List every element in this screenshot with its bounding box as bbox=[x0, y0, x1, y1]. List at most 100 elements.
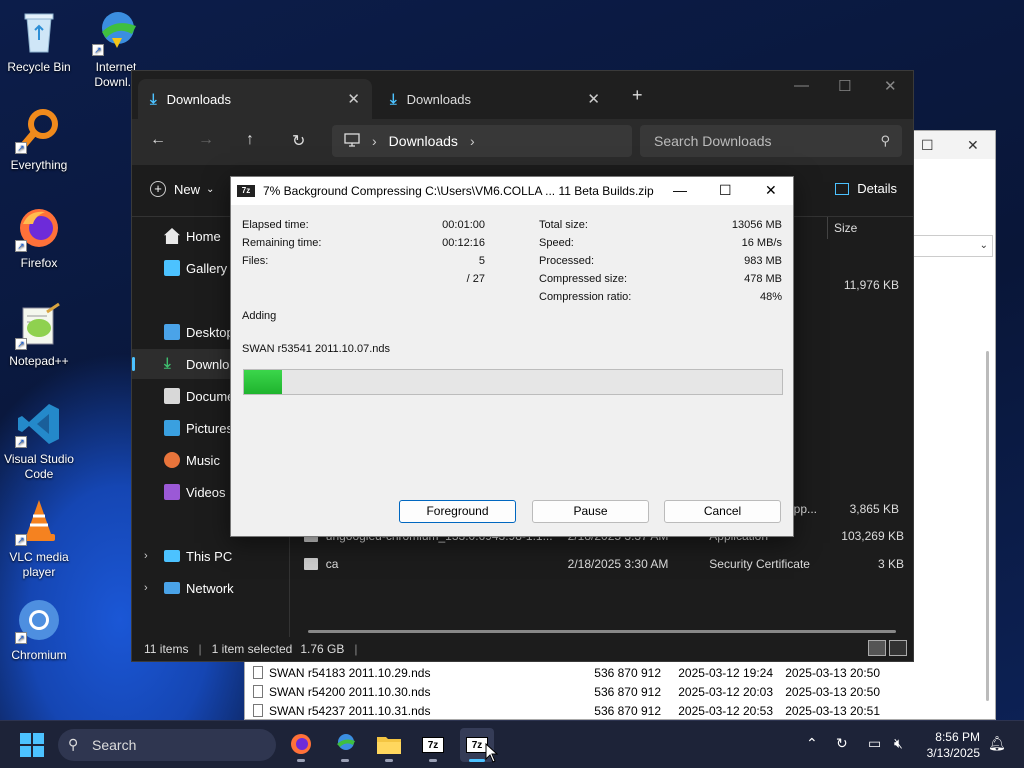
close-icon[interactable]: ✕ bbox=[765, 182, 777, 199]
details-button[interactable]: Details bbox=[835, 181, 897, 196]
cancel-button[interactable]: Cancel bbox=[664, 500, 781, 523]
desktop-icon-firefox[interactable]: ↗ Firefox bbox=[0, 204, 81, 271]
tab-strip: ⤓ Downloads ✕ ⤓ Downloads ✕ + — ☐ ✕ bbox=[132, 71, 913, 119]
system-clock[interactable]: 8:56 PM 3/13/2025 bbox=[927, 729, 980, 761]
files-value: 5 bbox=[478, 255, 485, 267]
dialog-title: 7% Background Compressing C:\Users\VM6.C… bbox=[263, 184, 654, 198]
search-input[interactable]: Search Downloads ⚲ bbox=[640, 125, 902, 157]
file-modified: 2025-03-12 20:53 bbox=[678, 703, 773, 718]
desktop-icon-recycle-bin[interactable]: Recycle Bin bbox=[0, 8, 81, 75]
file-size: 536 870 912 bbox=[594, 665, 661, 680]
new-tab-button[interactable]: + bbox=[632, 85, 643, 106]
plus-circle-icon: + bbox=[150, 181, 166, 197]
list-item[interactable]: SWAN r54237 2011.10.31.nds 536 870 912 2… bbox=[253, 701, 953, 720]
file-name: ca bbox=[325, 557, 339, 571]
chevron-down-icon[interactable]: ⌄ bbox=[913, 235, 993, 257]
close-tab-icon[interactable]: ✕ bbox=[347, 90, 360, 108]
minimize-icon[interactable]: — bbox=[673, 182, 687, 198]
up-arrow-icon[interactable]: ↑ bbox=[246, 131, 254, 149]
taskbar-idm[interactable] bbox=[328, 728, 362, 762]
taskbar-file-explorer[interactable] bbox=[372, 728, 406, 762]
compression-ratio-label: Compression ratio: bbox=[539, 291, 632, 303]
speed-label: Speed: bbox=[539, 237, 574, 249]
file-name: SWAN r54237 2011.10.31.nds bbox=[269, 703, 431, 718]
desktop-icon-label: Recycle Bin bbox=[7, 60, 71, 74]
sidebar-item-label: Music bbox=[186, 452, 220, 468]
taskbar-search-box[interactable]: ⚲ Search bbox=[58, 729, 276, 761]
forward-arrow-icon[interactable]: → bbox=[198, 131, 214, 149]
status-item-count: 11 items bbox=[144, 642, 189, 656]
search-icon: ⚲ bbox=[68, 736, 79, 752]
file-modified: 2025-03-12 20:03 bbox=[678, 684, 773, 699]
maximize-icon[interactable]: ☐ bbox=[838, 77, 851, 95]
chevron-right-icon[interactable]: › bbox=[144, 582, 148, 594]
pictures-icon bbox=[164, 420, 180, 436]
processed-label: Processed: bbox=[539, 255, 595, 267]
mouse-cursor-icon bbox=[485, 743, 499, 763]
close-icon[interactable]: ✕ bbox=[967, 137, 979, 154]
taskbar-firefox[interactable] bbox=[284, 728, 318, 762]
file-date: 2/18/2025 3:30 AM bbox=[567, 557, 669, 571]
address-bar[interactable]: › Downloads › bbox=[332, 125, 632, 157]
tiles-view-icon[interactable] bbox=[889, 640, 907, 656]
chevron-down-icon: ⌄ bbox=[206, 183, 215, 195]
7zip-icon: 7z bbox=[422, 737, 444, 753]
tab-downloads[interactable]: ⤓ Downloads ✕ bbox=[378, 79, 612, 119]
list-item[interactable]: SWAN r54183 2011.10.29.nds 536 870 912 2… bbox=[253, 663, 953, 682]
refresh-icon[interactable]: ↻ bbox=[292, 131, 305, 151]
elapsed-time-value: 00:01:00 bbox=[442, 219, 485, 231]
file-size: 103,269 KB bbox=[841, 529, 904, 543]
desktop-icon-everything[interactable]: ↗ Everything bbox=[0, 106, 81, 173]
list-item[interactable]: SWAN r54200 2011.10.30.nds 536 870 912 2… bbox=[253, 682, 953, 701]
foreground-button[interactable]: Foreground bbox=[399, 500, 516, 523]
sidebar-item-network[interactable]: › Network bbox=[132, 573, 288, 603]
desktop-icon-label: Firefox bbox=[20, 256, 58, 270]
elapsed-time-label: Elapsed time: bbox=[242, 219, 309, 231]
tab-downloads-active[interactable]: ⤓ Downloads ✕ bbox=[138, 79, 372, 119]
desktop-icon-vscode[interactable]: ↗ Visual Studio Code bbox=[0, 400, 81, 482]
maximize-icon[interactable]: ☐ bbox=[921, 137, 934, 154]
back-arrow-icon[interactable]: ← bbox=[150, 131, 166, 149]
certificate-icon bbox=[304, 558, 318, 570]
7zip-logo-icon: 7z bbox=[237, 185, 255, 197]
minimize-icon[interactable]: — bbox=[794, 77, 809, 94]
taskbar-7zip[interactable]: 7z bbox=[416, 728, 450, 762]
close-icon[interactable]: ✕ bbox=[884, 77, 897, 95]
vertical-scrollbar[interactable] bbox=[986, 351, 989, 701]
desktop-icon-notepadpp[interactable]: ↗ Notepad++ bbox=[0, 302, 81, 369]
desktop-folder-icon bbox=[164, 324, 180, 340]
status-selection: 1 item selected bbox=[211, 642, 293, 656]
close-tab-icon[interactable]: ✕ bbox=[587, 90, 600, 108]
status-divider: | bbox=[354, 642, 358, 656]
windows-start-icon[interactable] bbox=[20, 733, 44, 757]
chevron-up-icon[interactable]: ⌃ bbox=[806, 735, 818, 752]
progress-bar-fill bbox=[244, 370, 282, 394]
notification-bell-icon[interactable]: 🔔︎ bbox=[988, 735, 1006, 752]
details-view-icon[interactable] bbox=[868, 640, 886, 656]
desktop-icon-chromium[interactable]: ↗ Chromium bbox=[0, 596, 81, 663]
firefox-icon bbox=[289, 732, 313, 759]
progress-bar bbox=[243, 369, 783, 395]
network-status-icon[interactable]: ▭ bbox=[868, 735, 881, 752]
notepad-plus-plus-icon: ↗ bbox=[15, 302, 63, 350]
total-size-label: Total size: bbox=[539, 219, 588, 231]
breadcrumb-downloads[interactable]: Downloads bbox=[389, 133, 458, 149]
sync-icon[interactable]: ↻ bbox=[836, 735, 848, 752]
remaining-time-value: 00:12:16 bbox=[442, 237, 485, 249]
pause-button[interactable]: Pause bbox=[532, 500, 649, 523]
chevron-right-icon[interactable]: › bbox=[144, 550, 148, 562]
desktop-icon-label: Chromium bbox=[11, 648, 67, 662]
maximize-icon[interactable]: ☐ bbox=[719, 182, 732, 199]
compression-progress-dialog[interactable]: 7z 7% Background Compressing C:\Users\VM… bbox=[230, 176, 794, 537]
column-header-size[interactable]: Size bbox=[827, 217, 907, 239]
background-file-list: SWAN r54183 2011.10.29.nds 536 870 912 2… bbox=[253, 663, 953, 720]
address-toolbar: ← → ↑ ↻ › Downloads › Search Downloads ⚲ bbox=[132, 119, 913, 165]
horizontal-scrollbar[interactable] bbox=[308, 630, 896, 633]
sidebar-item-this-pc[interactable]: › This PC bbox=[132, 541, 288, 571]
volume-muted-icon[interactable]: 🔇︎ bbox=[894, 735, 903, 752]
desktop-icon-vlc[interactable]: ↗ VLC media player bbox=[0, 498, 81, 580]
firefox-icon: ↗ bbox=[15, 204, 63, 252]
new-button[interactable]: + New ⌄ bbox=[150, 181, 214, 197]
table-row[interactable]: ca 2/18/2025 3:30 AM Security Certificat… bbox=[304, 553, 904, 575]
desktop-icon-label: Visual Studio Code bbox=[4, 452, 74, 481]
